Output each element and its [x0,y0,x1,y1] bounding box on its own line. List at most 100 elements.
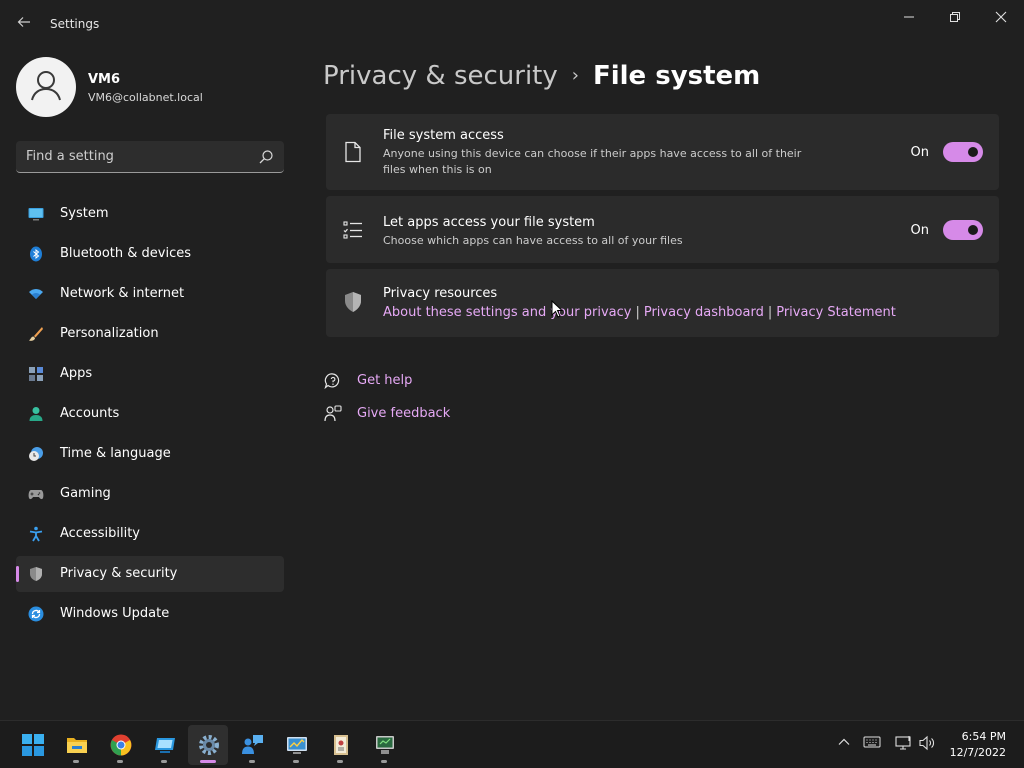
sidebar-item-system[interactable]: System [16,196,284,232]
taskbar-people-app[interactable] [232,725,272,765]
get-help-label: Get help [357,373,413,388]
taskbar-remote-desktop[interactable] [144,725,184,765]
link-separator: | [635,305,640,320]
person-icon [29,407,43,421]
sidebar-item-gaming[interactable]: Gaming [16,476,284,512]
settings-icon [199,735,219,755]
taskbar-network-tool[interactable] [276,725,316,765]
taskbar-computer-management[interactable] [364,725,404,765]
apps-access-toggle[interactable] [943,220,983,240]
taskbar-chrome[interactable] [100,725,140,765]
clock-time: 6:54 PM [961,730,1006,743]
start-icon [22,734,44,756]
running-indicator [200,760,216,763]
sidebar-item-network[interactable]: Network & internet [16,276,284,312]
close-icon [995,11,1007,23]
running-indicator [117,760,123,763]
sidebar-nav: System Bluetooth & devices Network & int… [16,196,284,636]
card-description: Anyone using this device can choose if t… [383,147,802,176]
file-system-access-card: File system access Anyone using this dev… [326,114,999,190]
back-arrow-icon [17,17,30,27]
sidebar-item-apps[interactable]: Apps [16,356,284,392]
shield-icon [30,567,42,581]
sidebar-item-label: Accessibility [60,526,140,541]
document-icon [345,141,361,163]
minimize-icon [904,16,914,18]
back-button[interactable] [14,14,34,34]
breadcrumb-parent[interactable]: Privacy & security [323,61,558,91]
taskbar-settings[interactable] [188,725,228,765]
people-app-icon [242,735,263,754]
update-icon [28,606,44,622]
brush-icon [29,327,43,341]
about-settings-privacy-link[interactable]: About these settings and your privacy [383,305,631,320]
running-indicator [161,760,167,763]
running-indicator [73,760,79,763]
sidebar-item-accounts[interactable]: Accounts [16,396,284,432]
search-box [16,141,284,173]
sidebar-item-label: Network & internet [60,286,185,301]
give-feedback-label: Give feedback [357,406,451,421]
privacy-resources-card: Privacy resources About these settings a… [326,269,999,337]
mouse-cursor-icon [551,300,563,318]
show-hidden-icons-button[interactable] [834,735,854,755]
sidebar-item-bluetooth[interactable]: Bluetooth & devices [16,236,284,272]
network-tray-button[interactable] [894,735,914,755]
minimize-button[interactable] [886,6,932,28]
link-separator: | [767,305,773,320]
user-email: VM6@collabnet.local [88,91,203,104]
avatar[interactable] [16,57,76,117]
volume-icon [919,735,934,751]
restore-button[interactable] [932,6,978,28]
sidebar-item-label: Accounts [60,406,120,421]
close-button[interactable] [978,6,1024,28]
taskbar-clock[interactable]: 6:54 PM 12/7/2022 [950,729,1006,761]
settings-window: Settings VM6 VM6@collabnet.local System [0,0,1024,720]
network-tool-icon [287,737,307,754]
sidebar-item-windows-update[interactable]: Windows Update [16,596,284,632]
bluetooth-icon [30,246,42,262]
file-system-access-toggle[interactable] [943,142,983,162]
sidebar-item-privacy-security[interactable]: Privacy & security [16,556,284,592]
sidebar-item-label: Time & language [60,446,171,461]
network-monitor-icon [895,736,911,750]
feedback-icon [324,405,342,422]
taskbar: 6:54 PM 12/7/2022 [0,720,1024,768]
clock-globe-icon [29,447,43,461]
search-input[interactable] [26,141,251,172]
chevron-up-icon [838,738,850,745]
help-chat-icon [324,373,340,390]
monitor-icon [28,208,44,221]
wifi-icon [29,289,43,299]
apps-access-card: Let apps access your file system Choose … [326,196,999,263]
document-app-icon [334,735,348,755]
sidebar-item-label: Gaming [60,486,111,501]
computer-management-icon [376,736,394,754]
sidebar-item-time-language[interactable]: Time & language [16,436,284,472]
search-icon[interactable] [258,149,274,165]
accessibility-icon [29,526,43,542]
keyboard-tray-button[interactable] [862,735,882,755]
privacy-statement-link[interactable]: Privacy Statement [776,305,896,320]
volume-tray-button[interactable] [918,735,938,755]
user-name: VM6 [88,72,121,87]
shield-icon [345,292,361,312]
running-indicator [293,760,299,763]
list-icon [343,221,362,239]
toggle-knob [968,225,978,235]
apps-icon [29,367,43,381]
gamepad-icon [28,490,44,500]
toggle-state-label: On [910,145,929,160]
start-button[interactable] [12,725,52,765]
taskbar-document-app[interactable] [320,725,360,765]
privacy-dashboard-link[interactable]: Privacy dashboard [644,305,764,320]
sidebar-item-accessibility[interactable]: Accessibility [16,516,284,552]
toggle-state-label: On [910,223,929,238]
running-indicator [249,760,255,763]
running-indicator [337,760,343,763]
sidebar-item-personalization[interactable]: Personalization [16,316,284,352]
restore-icon [950,12,960,22]
app-title: Settings [50,17,100,31]
taskbar-file-explorer[interactable] [56,725,96,765]
card-title: Privacy resources [383,286,498,301]
